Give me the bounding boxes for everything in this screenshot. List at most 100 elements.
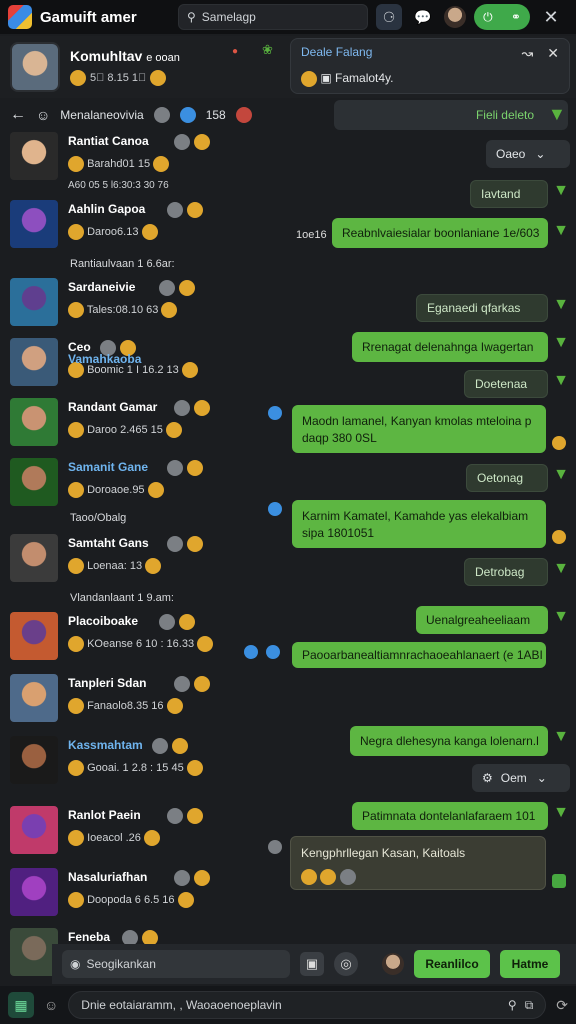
refresh-icon[interactable]: ⟳	[556, 997, 568, 1014]
pinned-notice[interactable]: Deale Falang ▣ Famalot4y. ↝ ✕	[290, 38, 570, 94]
contact-name: Ranlot Paein	[68, 808, 141, 822]
composer-bar: ◉ Seogikankan ▣ ◎ Reanlilco Hatme	[52, 944, 576, 984]
contact-meta-text: Daroo 2.465 15	[87, 423, 163, 436]
message-bubble[interactable]: Oaeo ⌄	[486, 140, 570, 168]
message-bubble[interactable]: ⚙ Oem ⌄	[472, 764, 570, 792]
message-bubble[interactable]: Detrobag	[464, 558, 548, 586]
emoji-icon	[301, 868, 317, 885]
contact-row[interactable]: Randant Gamar Daroo 2.465 15	[10, 398, 280, 454]
message-bubble[interactable]: Oetonag	[466, 464, 548, 492]
status-toggle[interactable]: ⏻ ⚭	[474, 4, 530, 30]
chat-bubble-button[interactable]: 💬	[410, 4, 436, 30]
sender-avatar[interactable]	[382, 953, 404, 975]
contact-avatar[interactable]	[10, 868, 58, 916]
contact-row[interactable]: Sardaneivie Tales:08.10 63	[10, 278, 280, 334]
contact-avatar[interactable]	[10, 736, 58, 784]
close-icon: ✕	[543, 6, 559, 27]
compose-input[interactable]: ◉ Seogikankan	[62, 950, 290, 978]
contact-row[interactable]: Samanit Gane Doroaoe.95	[10, 458, 280, 514]
reaction-icon	[268, 406, 282, 420]
coin-icon	[68, 892, 84, 908]
contact-row[interactable]: Nasaluriafhan Doopoda 6 6.5 16	[10, 868, 280, 924]
badge-icon	[179, 614, 196, 630]
square-icon: ▣	[320, 71, 332, 86]
contact-avatar[interactable]	[10, 458, 58, 506]
contact-avatar[interactable]	[10, 534, 58, 582]
contact-avatar[interactable]	[10, 278, 58, 326]
contact-row[interactable]: Rantiat Canoa Barahd01 15 A60 05 5 l6:30…	[10, 132, 280, 191]
leaf-icon: ▼	[553, 804, 569, 821]
emoji-button[interactable]: ☺	[44, 997, 58, 1013]
footer-input[interactable]: Dnie eotaiaramm, , Waoaoenoeplavin ⚲ ⧉	[68, 991, 547, 1019]
user-avatar[interactable]	[444, 6, 466, 28]
bubble-text: Uenalgreaheeliaam	[426, 613, 531, 627]
contact-meta-text: KOeanse 6 10 : 16.33	[87, 637, 195, 650]
reaction-icon	[268, 840, 282, 854]
grid-menu-button[interactable]: ▦	[8, 992, 34, 1018]
message-bubble[interactable]: Eganaedi qfarkas	[416, 294, 548, 322]
contact-row[interactable]: Tanpleri Sdan Fanaolo8.35 16	[10, 674, 280, 730]
search-icon[interactable]: ⚲	[508, 998, 517, 1012]
message-bubble[interactable]: Iavtand	[470, 180, 548, 208]
badge-icon	[235, 107, 252, 123]
contact-avatar[interactable]	[10, 612, 58, 660]
message-bubble[interactable]: Rrenagat delenahnga Iwagertan	[352, 332, 548, 362]
contact-avatar[interactable]	[10, 132, 58, 180]
contact-avatar[interactable]	[10, 398, 58, 446]
back-arrow-icon[interactable]: ←	[10, 106, 26, 124]
contact-row[interactable]: Aahlin Gapoa Daroo6.13	[10, 200, 280, 256]
copy-icon[interactable]: ⧉	[525, 998, 534, 1013]
contact-avatar[interactable]	[10, 200, 58, 248]
message-bubble[interactable]: Patimnata dontelanlafaraem 101	[352, 802, 548, 830]
message-bubble[interactable]: Karnim Kamatel, Kamahde yas elekalbiam s…	[292, 500, 546, 548]
send-button[interactable]: Hatme	[500, 950, 560, 978]
reaction-icon	[552, 436, 566, 450]
delete-pill[interactable]: Fieli deleto	[334, 100, 568, 130]
bubble-text: Kengphrllegan Kasan, Kaitoals	[301, 846, 466, 860]
message-bubble[interactable]: Uenalgreaheeliaam	[416, 606, 548, 634]
status-icon	[159, 280, 176, 296]
status-icon	[174, 134, 191, 150]
coin-icon	[68, 558, 84, 574]
primary-action-button[interactable]: Reanlilco	[414, 950, 490, 978]
chat-avatar[interactable]	[10, 42, 60, 92]
contact-row[interactable]: Placoiboake KOeanse 6 10 : 16.33	[10, 612, 280, 668]
record-button[interactable]: ◎	[334, 952, 358, 976]
contact-name: Tanpleri Sdan	[68, 676, 147, 690]
chat-title: Komuhltav e ooan	[70, 48, 250, 64]
leaf-icon: ▼	[553, 372, 569, 389]
message-bubble[interactable]: Doetenaa	[464, 370, 548, 398]
contact-avatar[interactable]	[10, 338, 58, 386]
contact-avatar[interactable]	[10, 674, 58, 722]
contact-avatar[interactable]	[10, 928, 58, 976]
coin-icon	[141, 224, 158, 240]
pin-icon[interactable]: ↝	[522, 45, 534, 62]
coin-icon	[68, 636, 84, 652]
contact-avatar[interactable]	[10, 806, 58, 854]
message-bubble[interactable]: Kengphrllegan Kasan, Kaitoals	[290, 836, 546, 890]
notice-close-icon[interactable]: ✕	[547, 45, 559, 62]
message-bubble[interactable]: Reabnlvaiesialar boonlaniane 1e/603	[332, 218, 548, 248]
message-bubble[interactable]: Paooarbanealtiamnrachaoeahlanaert (e 1AB…	[292, 642, 546, 668]
search-input[interactable]: ⚲ Samelagp	[178, 4, 368, 30]
contact-row[interactable]: Kassmahtam Gooai. 1 2.8 : 15 45	[10, 736, 280, 792]
badge-icon	[194, 400, 211, 416]
gamepad-icon: ⚆	[382, 8, 396, 25]
contact-row[interactable]: Ranlot Paein Ioeacol .26	[10, 806, 280, 862]
message-bubble[interactable]: Maodn lamanel, Kanyan kmolas mteloina p …	[292, 405, 546, 453]
image-button[interactable]: ▣	[300, 952, 324, 976]
search-icon: ⚲	[187, 10, 196, 24]
contact-meta-text: Doopoda 6 6.5 16	[87, 893, 175, 906]
group-icon[interactable]: ☺	[36, 107, 50, 123]
reaction-icon	[552, 530, 566, 544]
contact-meta-text: Gooai. 1 2.8 : 15 45	[87, 761, 184, 774]
smile-icon	[301, 71, 317, 87]
contact-row[interactable]: Ceo Boomic 1 I 16.2 13 Vamahkaoba	[10, 338, 280, 394]
message-bubble[interactable]: Negra dlehesyna kanga lolenarn.l	[350, 726, 548, 756]
contact-row[interactable]: Samtaht Gans Loenaa: 13	[10, 534, 280, 590]
gamepad-button[interactable]: ⚆	[376, 4, 402, 30]
settings-icon: ⚙	[482, 771, 493, 785]
reaction-icon	[266, 645, 280, 659]
contact-meta: Doroaoe.95	[68, 482, 164, 498]
close-button[interactable]: ✕	[538, 4, 564, 30]
